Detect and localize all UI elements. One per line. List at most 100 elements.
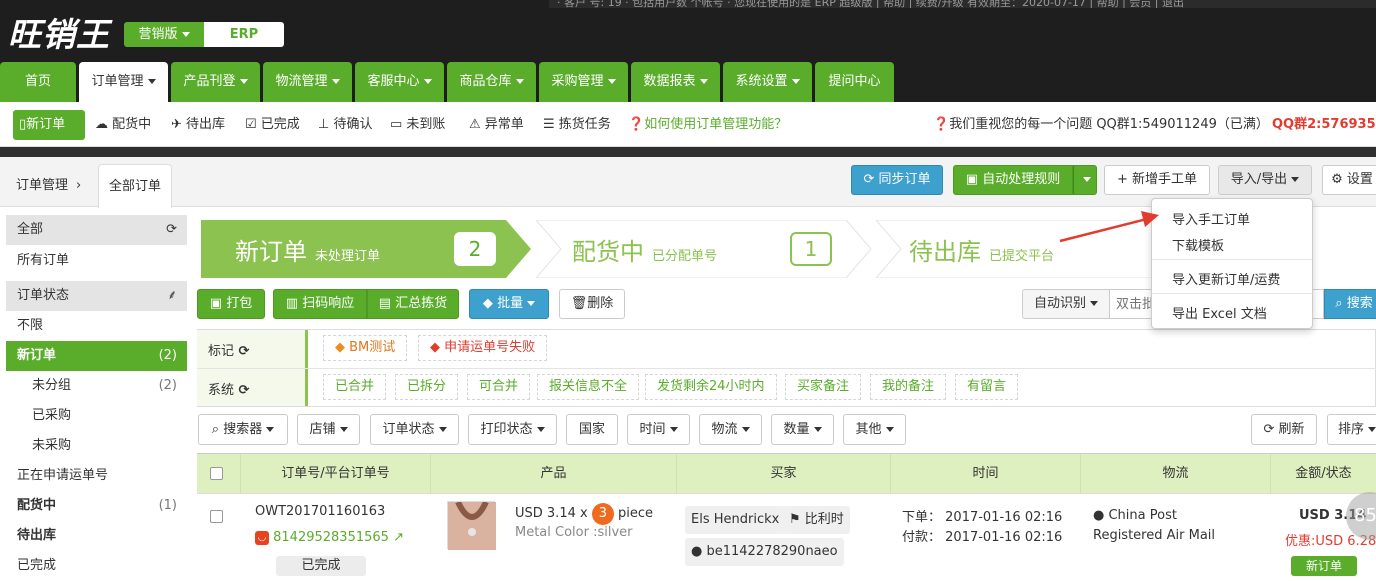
sidebar-item-pending-out[interactable]: 待出库 xyxy=(6,521,187,551)
refresh-icon[interactable]: ⟳ xyxy=(166,215,177,245)
sidebar-item-ungrouped[interactable]: 未分组 (2) xyxy=(6,371,187,401)
buyer-name[interactable]: Els Hendrickx xyxy=(685,506,786,534)
import-export-button[interactable]: 导入/导出 xyxy=(1218,165,1312,195)
step-pending-out[interactable]: 待出库 已提交平台 xyxy=(909,232,1054,267)
summary-pick-button[interactable]: ▤ 汇总拣货 xyxy=(367,289,459,319)
step-picking[interactable]: 配货中 已分配单号 xyxy=(572,232,717,267)
menu-export-excel[interactable]: 导出 Excel 文档 xyxy=(1172,303,1267,322)
sys-tag-mergeable[interactable]: 可合并 xyxy=(467,374,531,400)
filter-other[interactable]: 其他 xyxy=(843,414,906,445)
nav-tab-listing[interactable]: 产品刊登 xyxy=(171,62,260,102)
sidebar-item-unlimited[interactable]: 不限 xyxy=(6,311,187,341)
order-subnav: ▯新订单 ☁ 配货中 ✈ 待出库 ☑ 已完成 ⊥ 待确认 ▭ 未到账 ⚠ 异常单… xyxy=(0,102,1376,147)
filter-order-status[interactable]: 订单状态 xyxy=(370,414,459,445)
sidebar-item-picking[interactable]: 配货中 (1) xyxy=(6,491,187,521)
filter-logistics[interactable]: 物流 xyxy=(699,414,762,445)
erp-button[interactable]: ERP xyxy=(204,22,284,47)
delete-button[interactable]: 🗑删除 xyxy=(559,289,625,319)
filter-time[interactable]: 时间 xyxy=(627,414,690,445)
subnav-unpaid[interactable]: ▭ 未到账 xyxy=(390,110,445,140)
nav-tab-questions[interactable]: 提问中心 xyxy=(815,62,894,102)
subnav-pick-task[interactable]: ☰ 拣货任务 xyxy=(543,110,611,140)
nav-tab-warehouse[interactable]: 商品仓库 xyxy=(447,62,536,102)
subnav-label: 待出库 xyxy=(186,117,226,132)
annotation-arrow xyxy=(1059,211,1159,243)
subnav-done[interactable]: ☑ 已完成 xyxy=(245,110,300,140)
sidebar-item-new-order[interactable]: 新订单 (2) xyxy=(6,341,187,371)
app-logo[interactable]: 旺销王 xyxy=(8,8,110,56)
menu-import-update[interactable]: 导入更新订单/运费 xyxy=(1172,269,1280,288)
breadcrumb-parent[interactable]: 订单管理 xyxy=(16,178,68,193)
edition-dropdown[interactable]: 营销版 xyxy=(124,22,204,47)
sidebar-item-purchased[interactable]: 已采购 xyxy=(6,401,187,431)
nav-tab-home[interactable]: 首页 xyxy=(0,62,76,102)
tag-apply-fail[interactable]: ◆ 申请运单号失败 xyxy=(418,335,548,361)
subnav-picking[interactable]: ☁ 配货中 xyxy=(95,110,151,140)
subnav-pending-out[interactable]: ✈ 待出库 xyxy=(171,110,225,140)
tag-bm-test[interactable]: ◆ BM测试 xyxy=(323,335,408,361)
subnav-label: 异常单 xyxy=(484,117,524,132)
sys-tag-customs[interactable]: 报关信息不全 xyxy=(537,374,640,400)
refresh-button[interactable]: ⟳ 刷新 xyxy=(1251,414,1317,445)
platform-order[interactable]: ◡ 81429528351565 ↗ xyxy=(255,530,404,545)
pack-button[interactable]: ▣ 打包 xyxy=(197,289,265,319)
menu-import-manual[interactable]: 导入手工订单 xyxy=(1172,209,1250,228)
auto-rule-button[interactable]: ▣ 自动处理规则 xyxy=(953,165,1073,195)
sys-tag-24h[interactable]: 发货剩余24小时内 xyxy=(645,374,777,400)
step-new-order[interactable]: 新订单 未处理订单 xyxy=(235,232,380,267)
sys-tag-message[interactable]: 有留言 xyxy=(955,374,1019,400)
auto-detect-select[interactable]: 自动识别 xyxy=(1022,289,1110,319)
subnav-new-order[interactable]: ▯新订单 xyxy=(13,110,85,140)
refresh-icon[interactable]: ⟳ xyxy=(234,344,250,359)
sidebar-head-all[interactable]: 全部 ⟳ xyxy=(6,215,187,245)
sidebar-item-applying[interactable]: 正在申请运单号 xyxy=(6,461,187,491)
sys-tag-my-note[interactable]: 我的备注 xyxy=(870,374,947,400)
nav-tab-service[interactable]: 客服中心 xyxy=(355,62,444,102)
auto-rule-dropdown[interactable] xyxy=(1073,165,1097,195)
product-thumbnail[interactable] xyxy=(447,500,496,550)
nav-tab-logistics[interactable]: 物流管理 xyxy=(263,62,352,102)
time-label: 下单： xyxy=(902,510,942,525)
row-checkbox[interactable] xyxy=(210,510,223,523)
nav-tab-reports[interactable]: 数据报表 xyxy=(631,62,720,102)
table-header: 订单号/平台订单号 产品 买家 时间 物流 金额/状态 xyxy=(197,453,1376,494)
scan-button[interactable]: ▥ 扫码响应 xyxy=(273,289,367,319)
sort-button[interactable]: 排序 xyxy=(1327,414,1376,445)
sitemap-icon[interactable]: ⸙ xyxy=(167,281,177,311)
auto-rule-label: 自动处理规则 xyxy=(982,172,1061,187)
help-link[interactable]: ❓如何使用订单管理功能？ xyxy=(628,110,787,140)
order-number[interactable]: OWT201701160163 xyxy=(255,504,385,519)
sync-orders-button[interactable]: ⟳ 同步订单 xyxy=(851,165,943,195)
filter-print-status[interactable]: 打印状态 xyxy=(468,414,557,445)
sidebar-head-status[interactable]: 订单状态 ⸙ xyxy=(6,281,187,311)
sys-tag-merged[interactable]: 已合并 xyxy=(323,374,387,400)
filter-quantity[interactable]: 数量 xyxy=(771,414,834,445)
sidebar-item-all-orders[interactable]: 所有订单 xyxy=(6,246,187,276)
search-button[interactable]: ⌕ 搜索 xyxy=(1324,289,1376,319)
select-all-checkbox[interactable] xyxy=(210,467,223,480)
col-amount: 金额/状态 xyxy=(1295,466,1352,481)
nav-tab-orders[interactable]: 订单管理 xyxy=(79,62,168,102)
step-subtitle: 已分配单号 xyxy=(652,249,718,264)
add-manual-order-button[interactable]: + 新增手工单 xyxy=(1104,165,1210,195)
settings-button[interactable]: ⚙ 设置 xyxy=(1322,165,1376,195)
sidebar-item-unpurchased[interactable]: 未采购 xyxy=(6,431,187,461)
subnav-exception[interactable]: ⚠ 异常单 xyxy=(469,110,524,140)
filter-searcher[interactable]: ⌕ 搜索器 xyxy=(198,414,288,445)
sys-tag-buyer-note[interactable]: 买家备注 xyxy=(785,374,862,400)
filter-shop[interactable]: 店铺 xyxy=(297,414,360,445)
batch-button[interactable]: ◆ 批量 xyxy=(469,289,549,319)
buyer-country: ⚑ 比利时 xyxy=(783,506,850,534)
menu-download-template[interactable]: 下载模板 xyxy=(1172,235,1224,254)
nav-tab-purchase[interactable]: 采购管理 xyxy=(539,62,628,102)
nav-tab-settings[interactable]: 系统设置 xyxy=(723,62,812,102)
buyer-id[interactable]: ● be1142278290naeo xyxy=(685,538,844,566)
sys-tag-split[interactable]: 已拆分 xyxy=(395,374,459,400)
sidebar-item-done[interactable]: 已完成 xyxy=(6,551,187,581)
time-label: 付款： xyxy=(902,530,942,545)
mark-label-text: 标记 xyxy=(208,344,235,359)
tab-all-orders[interactable]: 全部订单 xyxy=(98,164,172,208)
refresh-icon[interactable]: ⟳ xyxy=(234,383,250,398)
subnav-confirm[interactable]: ⊥ 待确认 xyxy=(318,110,372,140)
filter-country[interactable]: 国家 xyxy=(566,414,618,445)
